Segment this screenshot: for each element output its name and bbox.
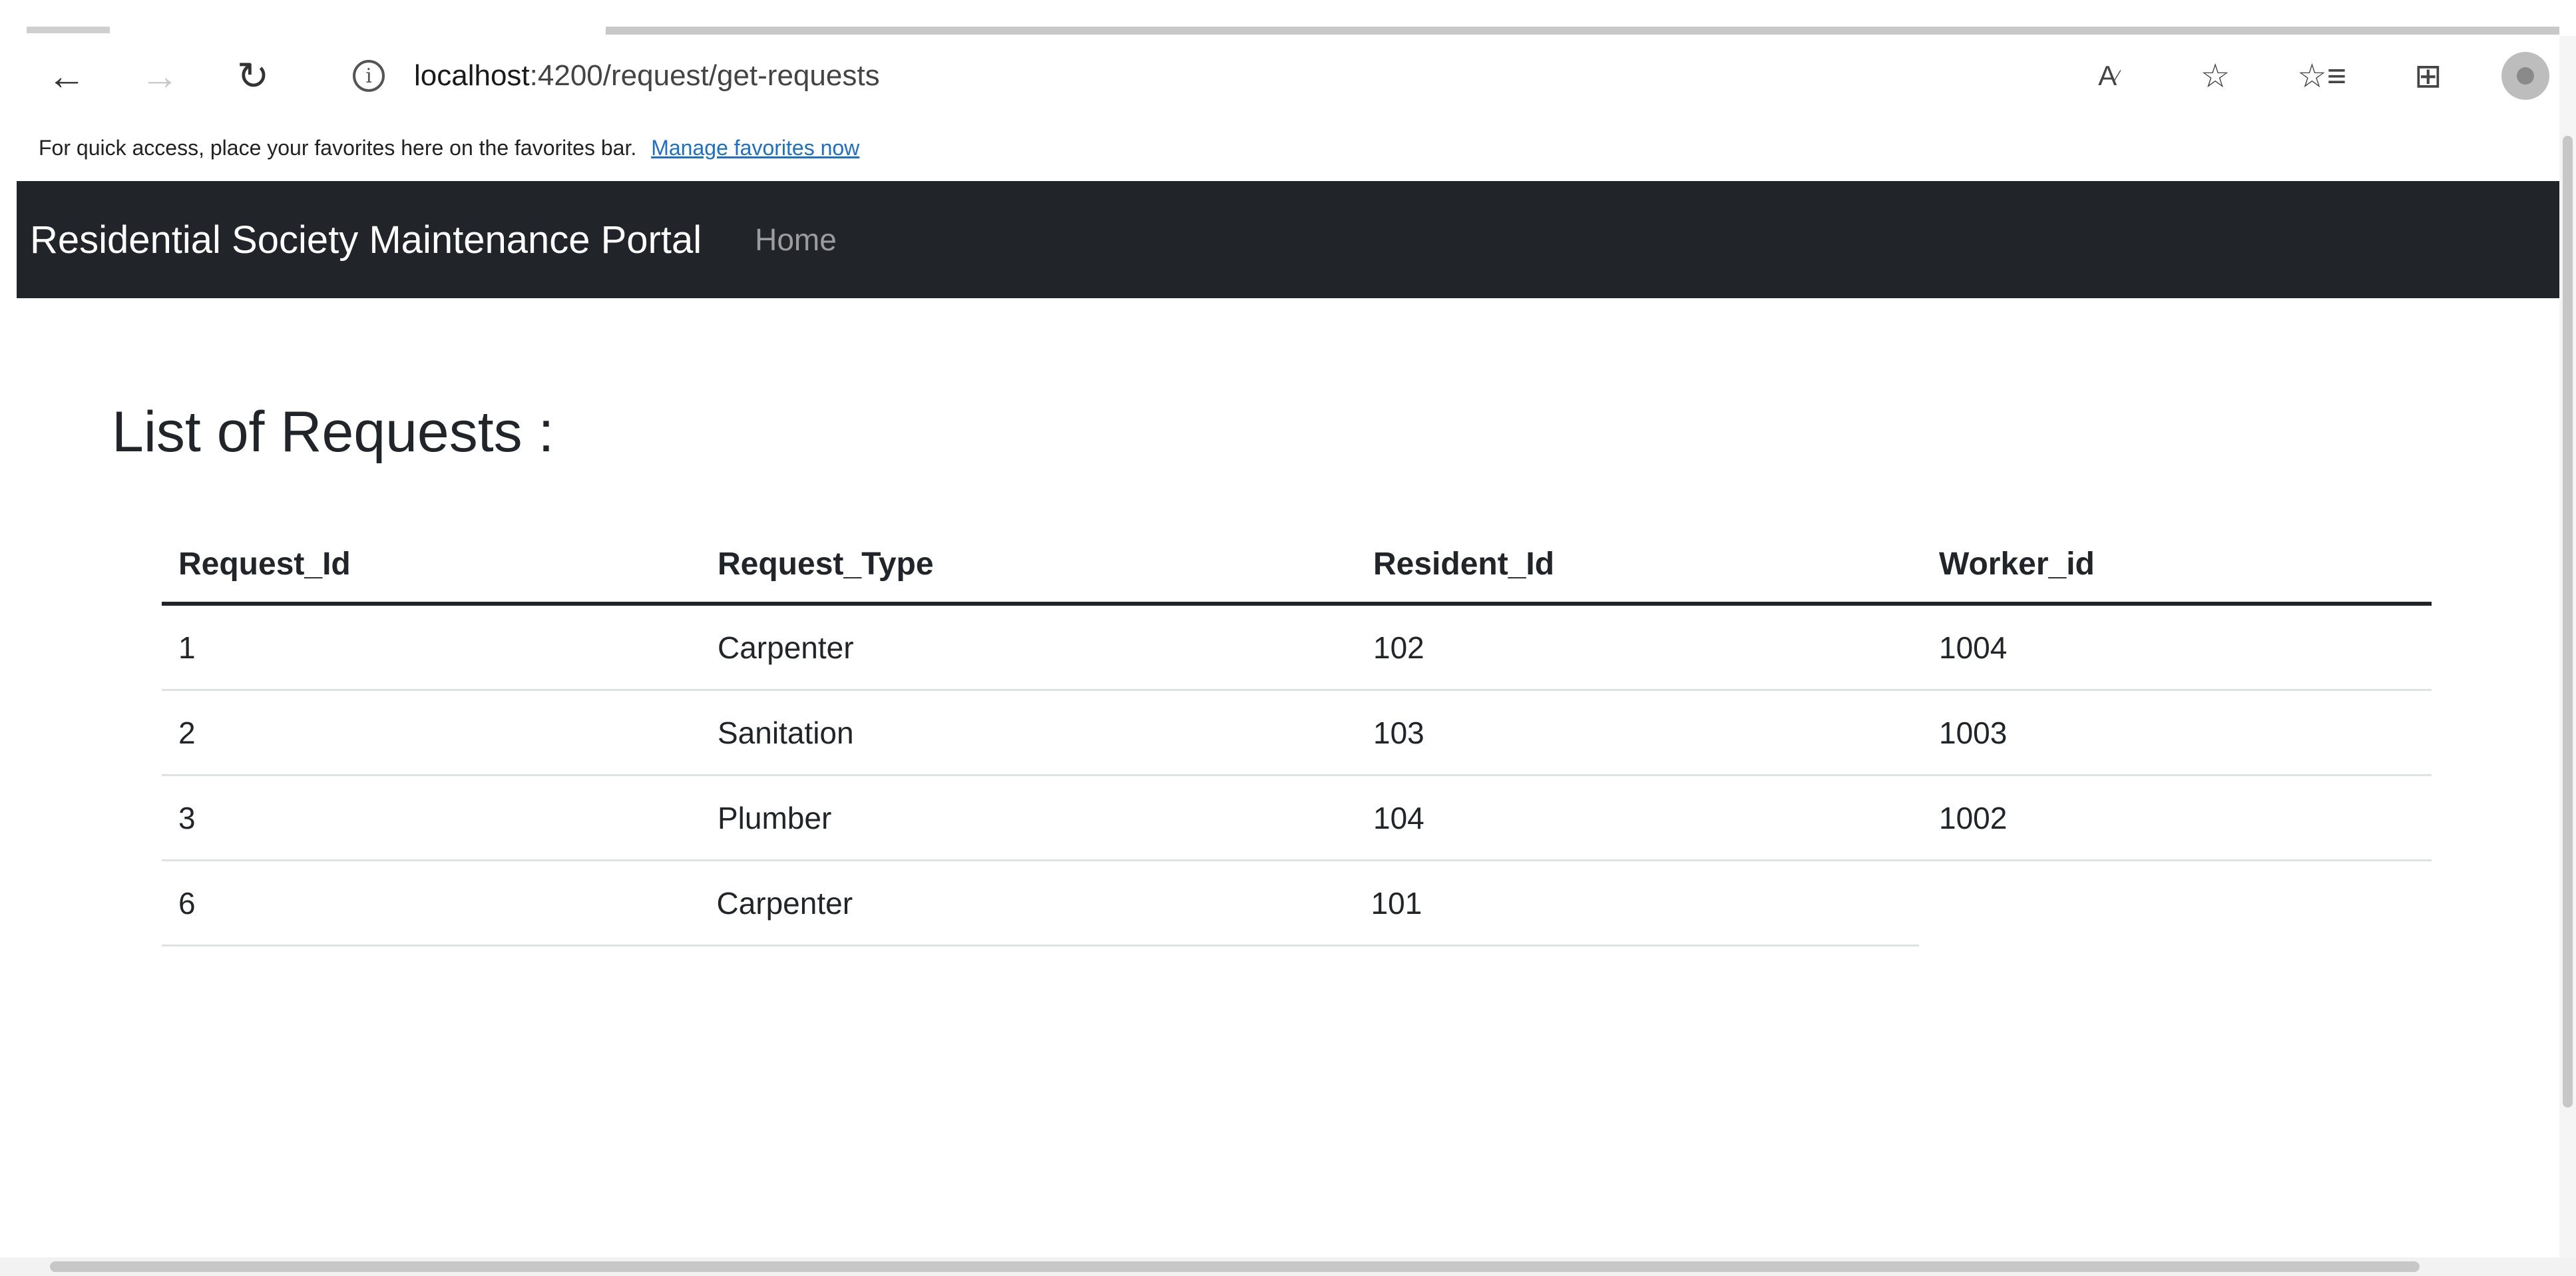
cell-worker-id: 1003 — [1939, 715, 2008, 750]
tab-strip — [0, 0, 2576, 36]
table-header-worker-id: Worker_id — [1939, 546, 2095, 582]
toolbar-actions: A ⁄ ☆ ☆≡ ⊞ — [2029, 49, 2559, 103]
url-host: localhost — [414, 59, 530, 92]
cell-resident-id: 103 — [1373, 715, 1424, 750]
table-row: 1 Carpenter 102 1004 — [162, 606, 2432, 691]
forward-arrow-icon[interactable]: → — [133, 49, 186, 103]
horizontal-scrollbar[interactable] — [0, 1257, 2576, 1276]
cell-request-id: 1 — [178, 630, 196, 665]
table-header-resident-id: Resident_Id — [1373, 546, 1555, 582]
cell-resident-id: 104 — [1373, 800, 1424, 835]
navbar-brand[interactable]: Residential Society Maintenance Portal — [30, 218, 702, 262]
cell-resident-id: 101 — [1371, 885, 1422, 921]
add-favorite-icon[interactable]: ☆ — [2189, 49, 2242, 103]
vertical-scrollbar-thumb[interactable] — [2563, 136, 2573, 1108]
nav-home-link[interactable]: Home — [755, 222, 837, 258]
cell-worker-id: 1004 — [1939, 630, 2008, 665]
table-row: 6 Carpenter 101 — [162, 861, 1919, 947]
manage-favorites-link[interactable]: Manage favorites now — [651, 136, 859, 160]
cell-resident-id: 102 — [1373, 630, 1424, 665]
app-navbar: Residential Society Maintenance Portal H… — [17, 181, 2559, 298]
favorites-bar: For quick access, place your favorites h… — [0, 114, 2559, 181]
tab-indicator — [27, 27, 110, 33]
profile-avatar-head — [2517, 67, 2534, 85]
info-icon[interactable]: i — [353, 60, 385, 92]
address-bar[interactable]: i localhost:4200/request/get-requests — [313, 43, 2270, 109]
cell-request-id: 6 — [178, 885, 196, 921]
back-arrow-icon[interactable]: ← — [40, 49, 93, 103]
url-path: :4200/request/get-requests — [529, 59, 880, 92]
collections-icon[interactable]: ⊞ — [2402, 49, 2455, 103]
cell-request-type: Sanitation — [718, 715, 854, 750]
refresh-icon[interactable]: ↻ — [226, 49, 280, 103]
cell-request-type: Carpenter — [716, 885, 853, 921]
cell-request-type: Plumber — [718, 800, 832, 835]
favorites-icon[interactable]: ☆≡ — [2295, 49, 2348, 103]
cell-worker-id: 1002 — [1939, 800, 2008, 835]
cell-request-type: Carpenter — [718, 630, 854, 665]
read-aloud-icon[interactable]: A ⁄ — [2082, 49, 2135, 103]
browser-toolbar: ← → ↻ i localhost:4200/request/get-reque… — [0, 36, 2559, 114]
horizontal-scrollbar-thumb[interactable] — [50, 1261, 2420, 1272]
favorites-bar-message: For quick access, place your favorites h… — [39, 135, 637, 160]
table-header-row: Request_Id Request_Type Resident_Id Work… — [162, 526, 2432, 606]
table-header-request-type: Request_Type — [718, 546, 934, 582]
page-title: List of Requests : — [112, 400, 554, 464]
vertical-scrollbar[interactable] — [2559, 36, 2576, 1257]
table-row: 2 Sanitation 103 1003 — [162, 691, 2432, 776]
cell-request-id: 2 — [178, 715, 196, 750]
cell-request-id: 3 — [178, 800, 196, 835]
profile-icon[interactable] — [2501, 52, 2549, 100]
table-row: 3 Plumber 104 1002 — [162, 776, 2432, 861]
url-text[interactable]: localhost:4200/request/get-requests — [414, 59, 880, 93]
table-header-request-id: Request_Id — [178, 546, 351, 582]
tab-strip-divider — [606, 27, 2559, 35]
requests-table: Request_Id Request_Type Resident_Id Work… — [162, 526, 2432, 947]
